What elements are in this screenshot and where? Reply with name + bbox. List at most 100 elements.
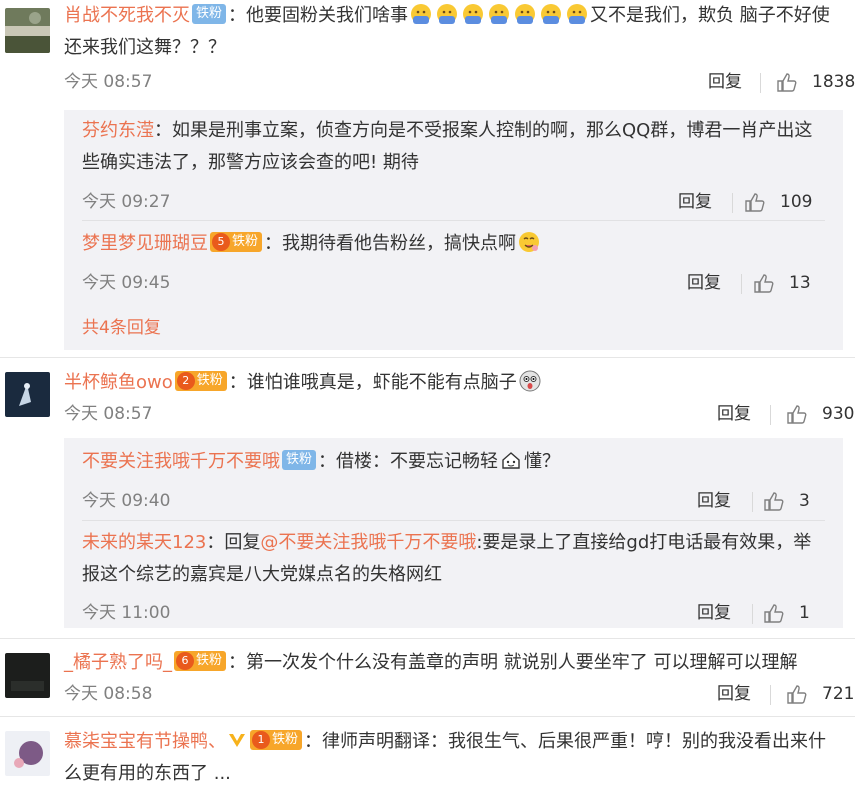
thumbs-up-icon (745, 193, 765, 212)
emoji-icon (411, 4, 432, 24)
reply-body: ：回复 (206, 532, 261, 553)
comment-item: 肖战不死我不灭 铁粉 ：他要固粉关我们啥事 又不是我们，欺负 脑子不好使还来我们这舞？… (0, 0, 855, 350)
house-emoji-icon (502, 452, 520, 469)
more-replies-link[interactable]: 共4条回复 (82, 313, 161, 338)
shocked-emoji-icon (519, 370, 541, 392)
avatar[interactable] (5, 653, 50, 698)
divider (82, 220, 825, 221)
avatar[interactable] (5, 8, 50, 53)
reply-button[interactable]: 回复 (697, 486, 731, 516)
reply-box: 不要关注我哦千万不要哦 铁粉 ：借楼：不要忘记畅轻 懂？ 今天 09:40 回复 3 … (64, 438, 843, 628)
thumbs-up-icon (754, 274, 774, 293)
fan-badge[interactable]: 铁粉 (192, 4, 227, 24)
timestamp: 今天 08:58 (64, 684, 153, 704)
divider (0, 638, 855, 639)
divider (82, 520, 825, 521)
fan-badge[interactable]: 铁粉 (282, 450, 317, 470)
reply-text: 未来的某天123：回复@不要关注我哦千万不要哦:要是录上了直接给gd打电话最有效… (82, 527, 825, 591)
level-icon: 2 (176, 372, 195, 390)
comment-text: _橘子熟了吗_ 6 铁粉 ：第一次发个什么没有盖章的声明 就说别人要坐牢了 可以理解可… (64, 647, 843, 679)
fan-badge[interactable]: 1 铁粉 (250, 730, 303, 750)
like-count: 930 (822, 404, 855, 424)
timestamp: 今天 08:57 (64, 72, 153, 92)
reply-text: 不要关注我哦千万不要哦 铁粉 ：借楼：不要忘记畅轻 懂？ (82, 446, 825, 478)
username-link[interactable]: 半杯鲸鱼owo (64, 372, 173, 393)
comment-item: _橘子熟了吗_ 6 铁粉 ：第一次发个什么没有盖章的声明 就说别人要坐牢了 可以理解可… (0, 641, 855, 711)
comment-item: 慕柒宝宝有节操鸭、 1 铁粉 ：律师声明翻译：我很生气、后果很严重！哼！别的我没看出来… (0, 719, 855, 794)
comment-meta: 今天 08:57 回复 930 (64, 399, 854, 429)
emoji-icon (437, 4, 458, 24)
comment-text: 半杯鲸鱼owo 2 铁粉 ：谁怕谁哦真是，虾能不能有点脑子 (64, 367, 843, 399)
fan-badge[interactable]: 2 铁粉 (174, 371, 227, 391)
emoji-icon (489, 4, 510, 24)
thumbs-up-icon (787, 685, 807, 704)
timestamp: 今天 09:45 (82, 273, 171, 293)
username-link[interactable]: 肖战不死我不灭 (64, 5, 190, 26)
reply-text: 梦里梦见珊瑚豆 5 铁粉 ：我期待看他告粉丝，搞快点啊 (82, 228, 825, 260)
like-count: 1 (799, 603, 810, 623)
reply-meta: 今天 11:00 回复 1 (82, 598, 825, 628)
comment-body: ：谁怕谁哦真是，虾能不能有点脑子 (228, 372, 517, 393)
like-count: 1838 (812, 72, 855, 92)
separator (760, 73, 761, 93)
thumbs-up-icon (764, 604, 784, 623)
comment-body: ：他要固粉关我们啥事 (228, 5, 409, 26)
level-icon: 1 (252, 731, 270, 749)
reply-body: ：借楼：不要忘记畅轻 (318, 451, 499, 472)
separator (741, 274, 742, 294)
username-link[interactable]: 梦里梦见珊瑚豆 (82, 233, 208, 254)
mention-link[interactable]: @不要关注我哦千万不要哦 (260, 532, 476, 553)
username-link[interactable]: 慕柒宝宝有节操鸭、 (64, 731, 226, 752)
reply-button[interactable]: 回复 (678, 187, 712, 217)
reply-button[interactable]: 回复 (717, 679, 751, 709)
like-count: 109 (780, 192, 813, 212)
thumbs-up-icon (777, 73, 797, 92)
separator (732, 193, 733, 213)
fan-badge[interactable]: 5 铁粉 (210, 232, 263, 252)
divider (0, 357, 855, 358)
timestamp: 今天 11:00 (82, 603, 171, 623)
divider (0, 716, 855, 717)
reply-meta: 今天 09:27 回复 109 (82, 187, 825, 217)
separator (770, 685, 771, 705)
badge-label: 铁粉 (196, 653, 223, 668)
level-icon: 5 (212, 233, 230, 251)
username-link[interactable]: 芬约东滢 (82, 120, 154, 141)
avatar[interactable] (5, 372, 50, 417)
comment-meta: 今天 08:57 回复 1838 (64, 67, 855, 97)
smile-emoji-row (408, 4, 590, 26)
emoji-icon (567, 4, 588, 24)
reply-text: 芬约东滢：如果是刑事立案，侦查方向是不受报案人控制的啊，那么QQ群，博君一肖产出… (82, 115, 825, 179)
reply-button[interactable]: 回复 (708, 67, 742, 97)
reply-button[interactable]: 回复 (717, 399, 751, 429)
like-count: 3 (799, 491, 810, 511)
reply-button[interactable]: 回复 (697, 598, 731, 628)
username-link[interactable]: 不要关注我哦千万不要哦 (82, 451, 280, 472)
like-count: 721 (822, 684, 855, 704)
fan-badge[interactable]: 6 铁粉 (174, 651, 227, 671)
username-link[interactable]: 未来的某天123 (82, 532, 206, 553)
reply-box: 芬约东滢：如果是刑事立案，侦查方向是不受报案人控制的啊，那么QQ群，博君一肖产出… (64, 110, 843, 350)
reply-meta: 今天 09:45 回复 13 (82, 268, 825, 298)
reply-button[interactable]: 回复 (687, 268, 721, 298)
reply-body: 懂？ (524, 451, 561, 472)
emoji-icon (463, 4, 484, 24)
comment-item: 半杯鲸鱼owo 2 铁粉 ：谁怕谁哦真是，虾能不能有点脑子 今天 08:57 回复 9… (0, 360, 855, 630)
badge-label: 铁粉 (232, 234, 259, 249)
emoji-icon (515, 4, 536, 24)
separator (752, 492, 753, 512)
comment-text: 肖战不死我不灭 铁粉 ：他要固粉关我们啥事 又不是我们，欺负 脑子不好使还来我们这舞？… (64, 0, 843, 64)
yummy-emoji-icon (519, 232, 540, 252)
timestamp: 今天 08:57 (64, 404, 153, 424)
comment-body: ：第一次发个什么没有盖章的声明 就说别人要坐牢了 可以理解可以理解 (228, 652, 798, 673)
username-link[interactable]: _橘子熟了吗_ (64, 652, 172, 673)
level-icon: 6 (176, 652, 194, 670)
timestamp: 今天 09:40 (82, 491, 171, 511)
thumbs-up-icon (764, 492, 784, 511)
avatar[interactable] (5, 731, 50, 776)
verified-v-icon[interactable] (228, 731, 246, 749)
reply-body: ：如果是刑事立案，侦查方向是不受报案人控制的啊，那么QQ群，博君一肖产出这些确实… (82, 120, 813, 173)
timestamp: 今天 09:27 (82, 192, 171, 212)
badge-label: 铁粉 (196, 373, 223, 388)
badge-label: 铁粉 (272, 732, 299, 747)
